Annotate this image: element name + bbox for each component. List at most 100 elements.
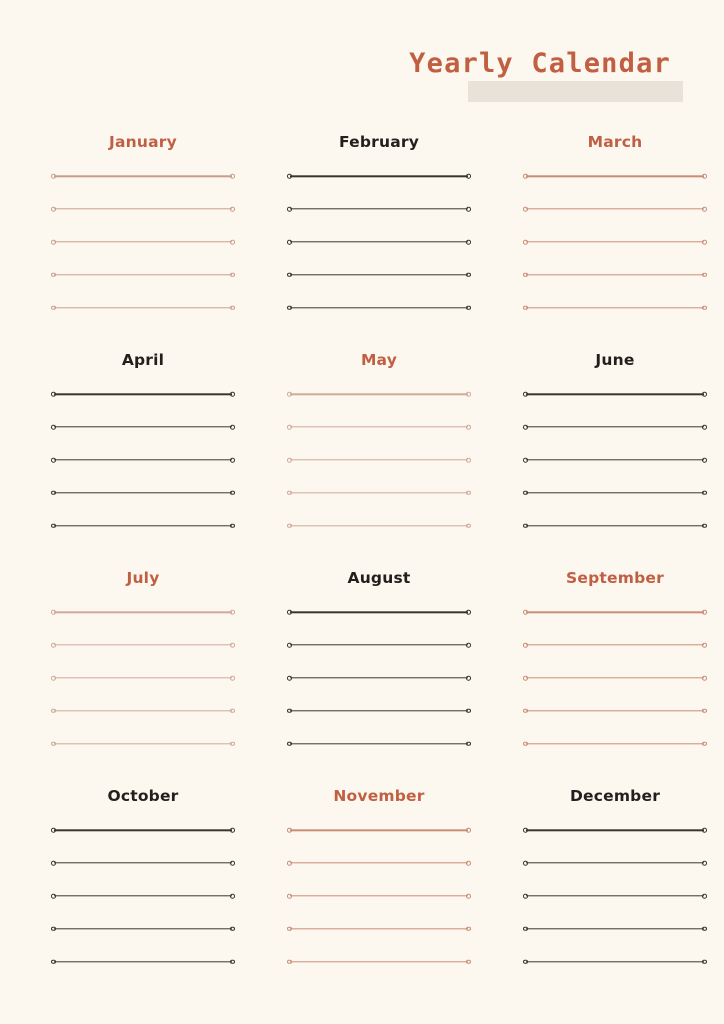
line-end-dot-icon	[702, 926, 707, 932]
line-rule	[526, 928, 704, 930]
line-end-dot-icon	[230, 173, 235, 179]
entry-line[interactable]	[287, 609, 471, 615]
line-end-dot-icon	[702, 391, 707, 397]
entry-line[interactable]	[523, 708, 707, 714]
entry-line[interactable]	[287, 959, 471, 965]
entry-line[interactable]	[51, 305, 235, 311]
entry-line[interactable]	[51, 827, 235, 833]
entry-line[interactable]	[51, 391, 235, 397]
entry-line[interactable]	[51, 959, 235, 965]
entry-line[interactable]	[523, 490, 707, 496]
month-label-april: April	[121, 351, 165, 369]
line-end-dot-icon	[230, 860, 235, 866]
entry-line[interactable]	[287, 305, 471, 311]
line-rule	[54, 393, 232, 395]
entry-line[interactable]	[51, 642, 235, 648]
entry-line[interactable]	[287, 239, 471, 245]
entry-line[interactable]	[523, 893, 707, 899]
entry-line[interactable]	[287, 206, 471, 212]
month-lines-may	[270, 391, 488, 539]
entry-line[interactable]	[523, 926, 707, 932]
line-rule	[526, 426, 704, 428]
entry-line[interactable]	[51, 424, 235, 430]
entry-line[interactable]	[523, 272, 707, 278]
line-end-dot-icon	[230, 424, 235, 430]
entry-line[interactable]	[287, 457, 471, 463]
month-block-april: April	[34, 336, 252, 554]
line-rule	[54, 175, 232, 177]
line-end-dot-icon	[702, 609, 707, 615]
month-label-june: June	[595, 351, 635, 369]
line-end-dot-icon	[230, 239, 235, 245]
entry-line[interactable]	[287, 391, 471, 397]
entry-line[interactable]	[51, 926, 235, 932]
entry-line[interactable]	[287, 490, 471, 496]
line-rule	[290, 426, 468, 428]
entry-line[interactable]	[51, 609, 235, 615]
entry-line[interactable]	[523, 424, 707, 430]
entry-line[interactable]	[287, 860, 471, 866]
line-end-dot-icon	[702, 457, 707, 463]
entry-line[interactable]	[51, 708, 235, 714]
month-lines-october	[34, 827, 252, 975]
entry-line[interactable]	[523, 206, 707, 212]
line-end-dot-icon	[702, 490, 707, 496]
entry-line[interactable]	[287, 741, 471, 747]
line-rule	[526, 829, 704, 831]
line-end-dot-icon	[702, 708, 707, 714]
entry-line[interactable]	[51, 206, 235, 212]
line-rule	[54, 961, 232, 963]
entry-line[interactable]	[51, 490, 235, 496]
line-rule	[290, 525, 468, 527]
entry-line[interactable]	[51, 675, 235, 681]
entry-line[interactable]	[51, 173, 235, 179]
entry-line[interactable]	[287, 523, 471, 529]
line-end-dot-icon	[230, 272, 235, 278]
entry-line[interactable]	[523, 391, 707, 397]
month-block-august: August	[270, 554, 488, 772]
entry-line[interactable]	[51, 893, 235, 899]
entry-line[interactable]	[523, 239, 707, 245]
entry-line[interactable]	[51, 457, 235, 463]
line-end-dot-icon	[466, 926, 471, 932]
line-rule	[290, 743, 468, 745]
entry-line[interactable]	[287, 675, 471, 681]
month-label-march: March	[587, 133, 643, 151]
month-lines-february	[270, 173, 488, 321]
line-rule	[526, 208, 704, 210]
entry-line[interactable]	[287, 708, 471, 714]
entry-line[interactable]	[51, 741, 235, 747]
entry-line[interactable]	[287, 827, 471, 833]
entry-line[interactable]	[287, 173, 471, 179]
month-lines-july	[34, 609, 252, 757]
month-label-november: November	[333, 787, 425, 805]
line-end-dot-icon	[466, 490, 471, 496]
entry-line[interactable]	[287, 272, 471, 278]
entry-line[interactable]	[51, 272, 235, 278]
entry-line[interactable]	[287, 926, 471, 932]
entry-line[interactable]	[287, 424, 471, 430]
line-rule	[526, 274, 704, 276]
entry-line[interactable]	[51, 860, 235, 866]
entry-line[interactable]	[523, 675, 707, 681]
entry-line[interactable]	[523, 173, 707, 179]
entry-line[interactable]	[51, 523, 235, 529]
line-end-dot-icon	[466, 457, 471, 463]
entry-line[interactable]	[523, 457, 707, 463]
entry-line[interactable]	[523, 609, 707, 615]
line-rule	[54, 895, 232, 897]
entry-line[interactable]	[523, 642, 707, 648]
entry-line[interactable]	[523, 523, 707, 529]
entry-line[interactable]	[51, 239, 235, 245]
entry-line[interactable]	[287, 642, 471, 648]
title-highlight-bar	[468, 81, 683, 102]
entry-line[interactable]	[523, 860, 707, 866]
line-rule	[290, 644, 468, 646]
line-end-dot-icon	[230, 391, 235, 397]
entry-line[interactable]	[523, 741, 707, 747]
entry-line[interactable]	[523, 827, 707, 833]
entry-line[interactable]	[287, 893, 471, 899]
entry-line[interactable]	[523, 959, 707, 965]
entry-line[interactable]	[523, 305, 707, 311]
line-end-dot-icon	[466, 424, 471, 430]
